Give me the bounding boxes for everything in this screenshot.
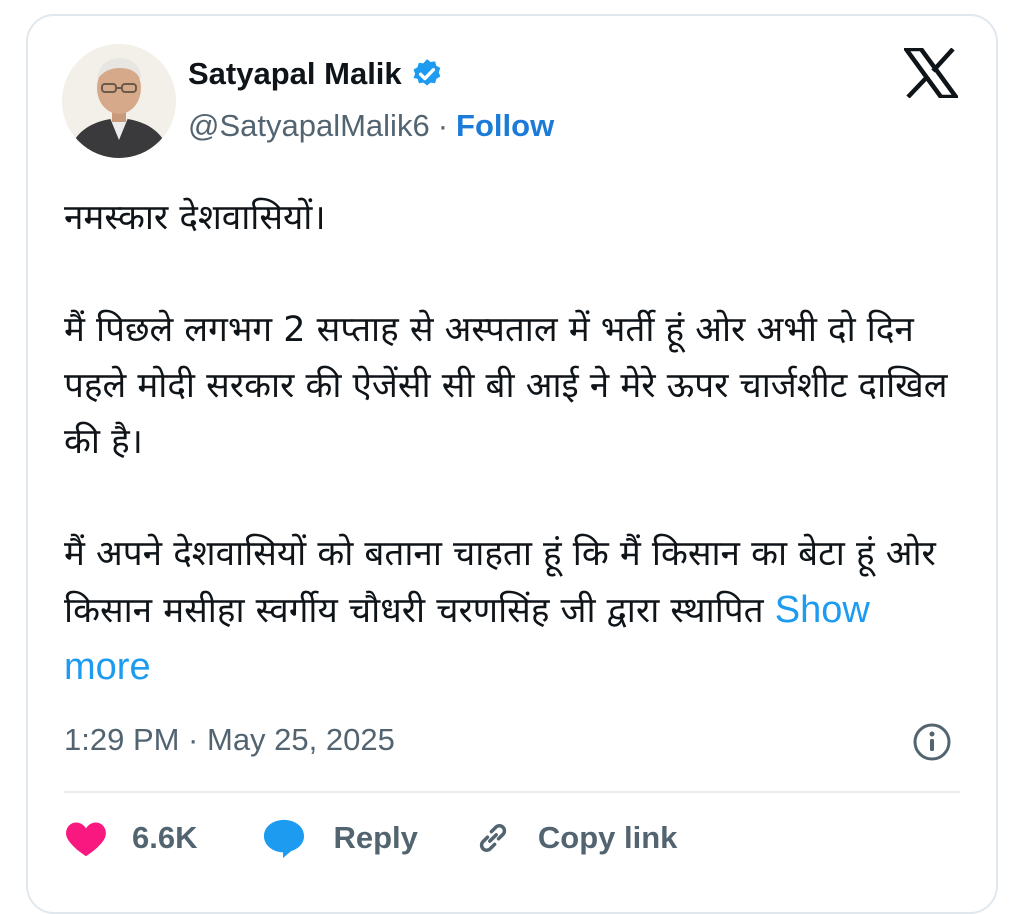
like-count: 6.6K	[132, 820, 198, 855]
tweet-text: नमस्कार देशवासियों। मैं पिछले लगभग 2 सप्…	[64, 190, 964, 696]
tweet-paragraph: मैं पिछले लगभग 2 सप्ताह से अस्पताल में भ…	[64, 310, 948, 462]
author-handle-row: @SatyapalMalik6 · Follow	[188, 108, 554, 144]
reply-button[interactable]: Reply	[261, 817, 418, 859]
like-button[interactable]: 6.6K	[64, 818, 197, 858]
avatar-photo	[62, 44, 176, 158]
tweet-timestamp[interactable]: 1:29 PM · May 25, 2025	[64, 722, 395, 758]
follow-button[interactable]: Follow	[456, 108, 554, 144]
author-name[interactable]: Satyapal Malik	[188, 56, 402, 92]
reply-label: Reply	[333, 820, 418, 855]
tweet-paragraph: मैं अपने देशवासियों को बताना चाहता हूं क…	[64, 526, 964, 696]
author-name-row: Satyapal Malik	[188, 56, 444, 92]
info-icon[interactable]	[912, 722, 952, 762]
tweet-paragraph: नमस्कार देशवासियों।	[64, 198, 326, 238]
separator-dot: ·	[437, 108, 449, 143]
divider	[64, 791, 960, 793]
verified-badge-icon	[410, 57, 444, 91]
action-bar: 6.6K Reply Copy link	[64, 812, 677, 864]
avatar[interactable]	[62, 44, 176, 158]
reply-bubble-icon	[264, 819, 305, 859]
copy-link-label: Copy link	[537, 820, 678, 855]
link-icon	[479, 824, 507, 852]
heart-icon	[66, 822, 106, 857]
author-handle[interactable]: @SatyapalMalik6	[188, 108, 430, 144]
x-logo-icon[interactable]	[901, 46, 961, 100]
copy-link-button[interactable]: Copy link	[474, 819, 678, 857]
